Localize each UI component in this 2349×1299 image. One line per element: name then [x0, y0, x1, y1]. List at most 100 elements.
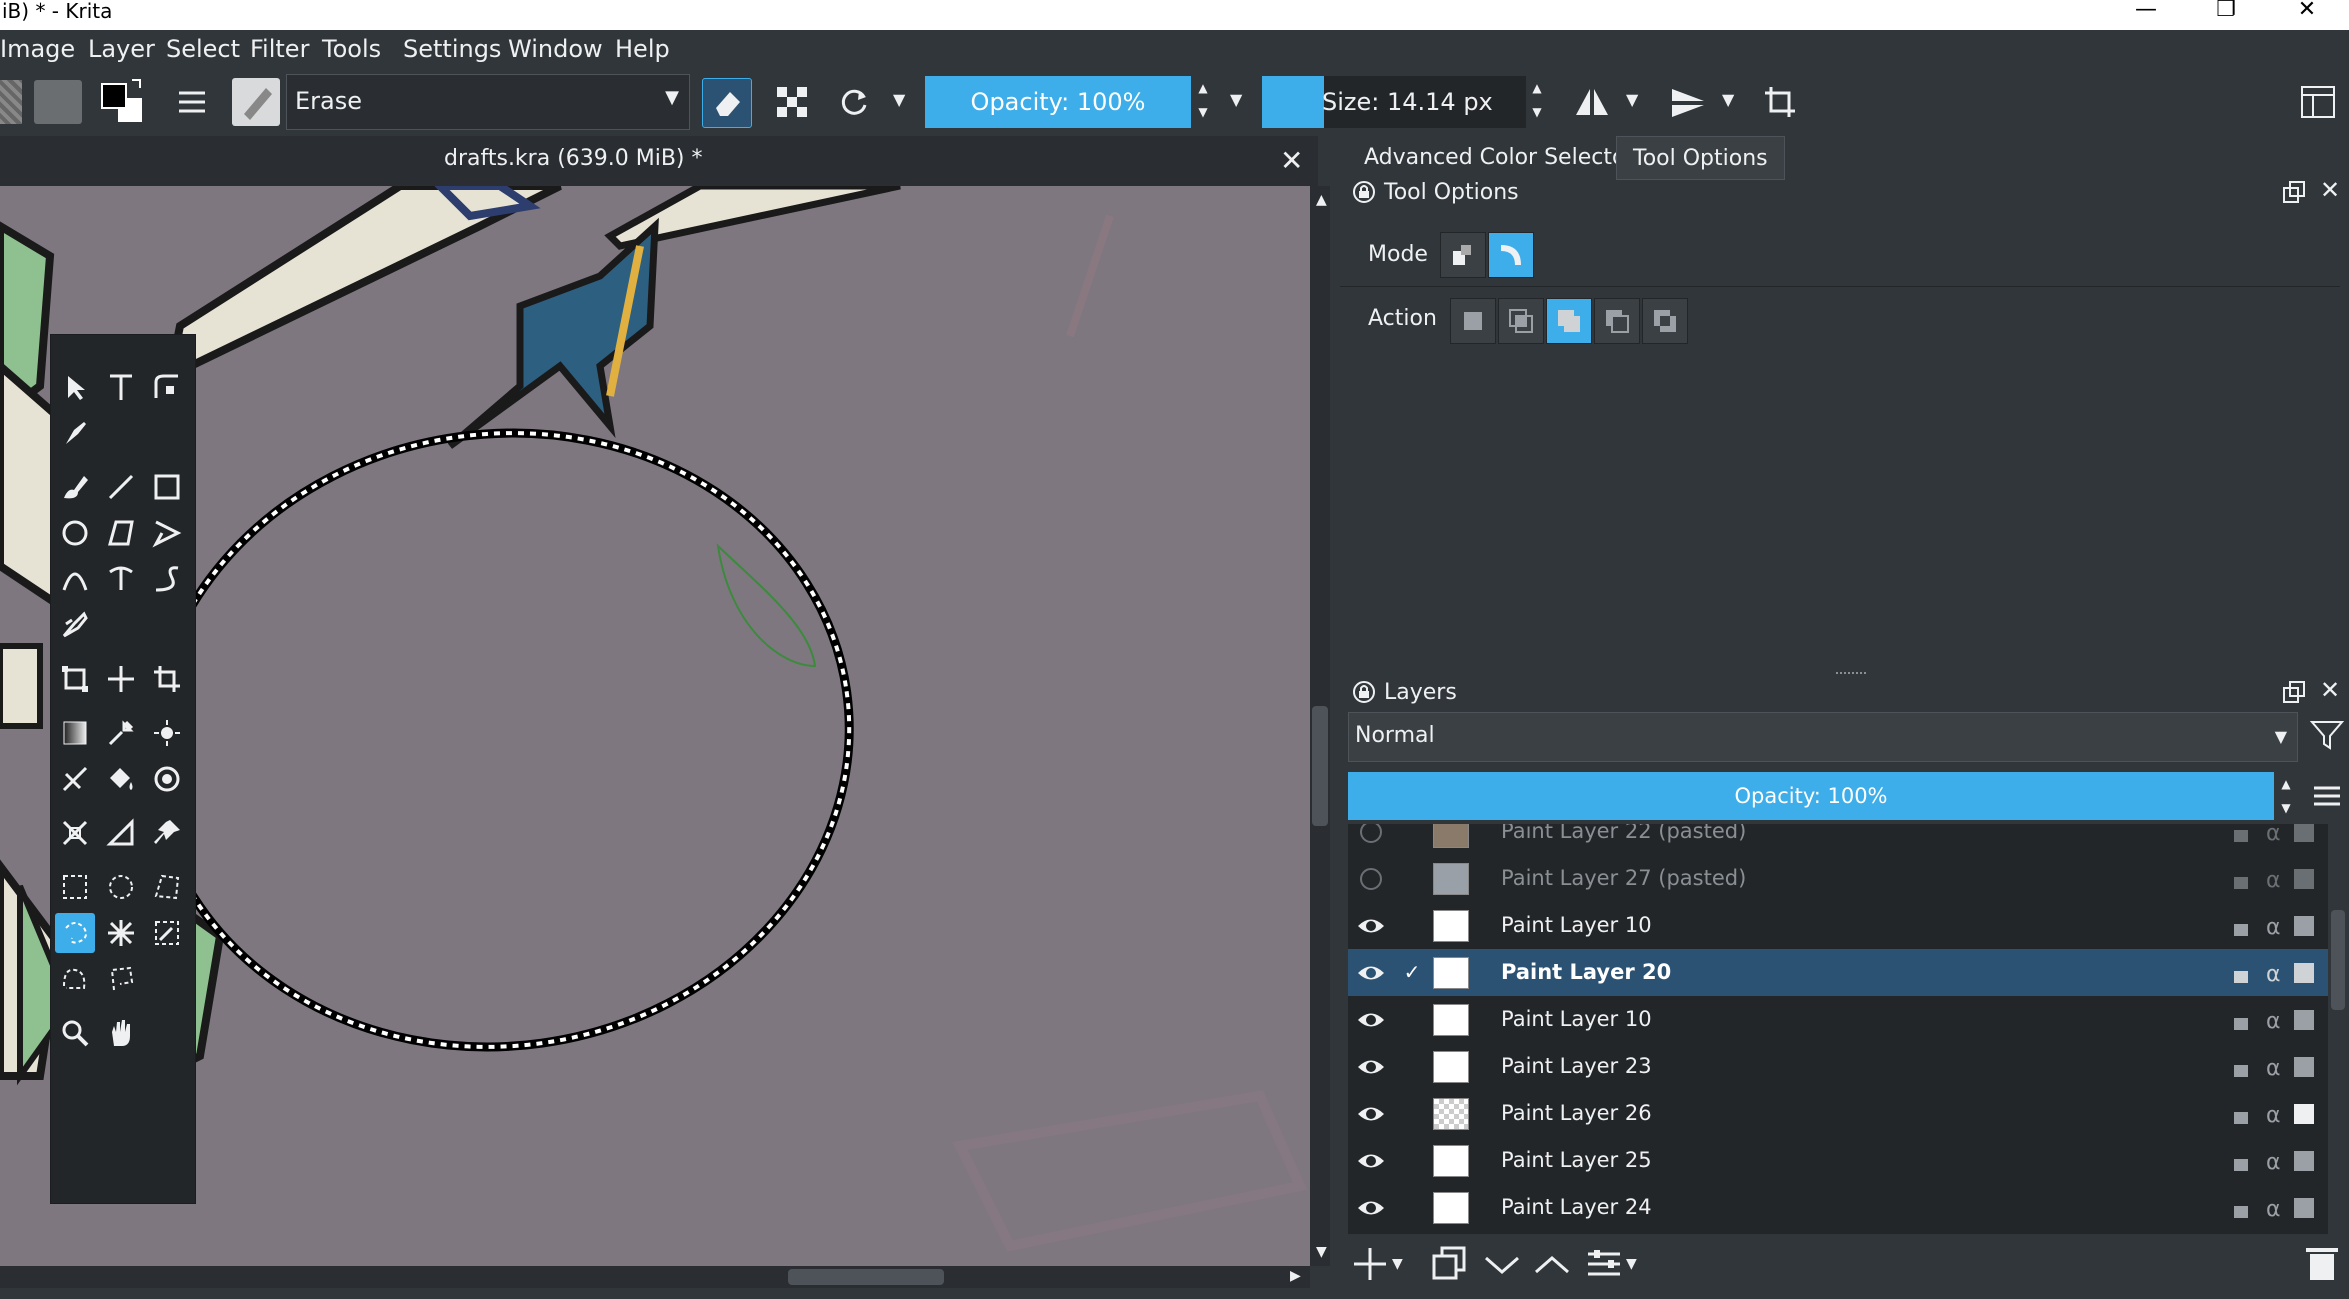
line-tool-icon[interactable] [101, 467, 141, 507]
float-docker-icon[interactable] [2282, 680, 2306, 704]
delete-layer-icon[interactable] [2302, 1244, 2342, 1284]
tab-tool-options[interactable]: Tool Options [1616, 136, 1785, 180]
zoom-tool-icon[interactable] [55, 1013, 95, 1053]
chevron-down-icon[interactable]: ▼ [1230, 90, 1242, 109]
minimize-button[interactable]: — [2124, 0, 2168, 22]
menu-window[interactable]: Window [508, 30, 603, 68]
layer-checkbox[interactable] [1402, 1150, 1422, 1170]
layer-row[interactable]: Paint Layer 23 α [1348, 1043, 2328, 1090]
freehand-selection-tool-icon[interactable] [55, 913, 95, 953]
eye-icon[interactable] [1356, 1099, 1386, 1129]
eye-icon[interactable] [1356, 1193, 1386, 1223]
layer-checkbox[interactable] [1402, 824, 1422, 841]
scroll-right-icon[interactable]: ▶ [1290, 1268, 1301, 1284]
layer-checkbox[interactable] [1402, 1009, 1422, 1029]
wrap-around-icon[interactable] [1756, 78, 1804, 126]
layer-row[interactable]: Paint Layer 22 (pasted) α [1348, 824, 2328, 855]
mirror-vertical-icon[interactable] [1664, 78, 1712, 126]
float-docker-icon[interactable] [2282, 180, 2306, 204]
layer-properties-icons[interactable]: α [2228, 1006, 2318, 1034]
mirror-horizontal-icon[interactable] [1568, 78, 1616, 126]
layer-row[interactable]: Paint Layer 27 (pasted) α [1348, 855, 2328, 902]
color-picker-tool-icon[interactable] [101, 713, 141, 753]
add-layer-icon[interactable] [1350, 1244, 1390, 1284]
layer-row[interactable]: Paint Layer 25 α [1348, 1137, 2328, 1184]
menu-select[interactable]: Select [166, 30, 240, 68]
layer-properties-icons[interactable]: α [2228, 1053, 2318, 1081]
layer-row-selected[interactable]: ✓ Paint Layer 20 α [1348, 949, 2328, 996]
rectangle-tool-icon[interactable] [147, 467, 187, 507]
eye-icon[interactable] [1356, 958, 1386, 988]
layer-list-scrollbar[interactable] [2328, 824, 2348, 1234]
menu-help[interactable]: Help [615, 30, 670, 68]
close-document-icon[interactable]: ✕ [1280, 144, 1303, 177]
edit-shapes-tool-icon[interactable] [147, 367, 187, 407]
polygon-tool-icon[interactable] [101, 513, 141, 553]
size-slider[interactable]: Size: 14.14 px [1262, 76, 1526, 128]
measure-tool-icon[interactable] [101, 813, 141, 853]
chevron-down-icon[interactable]: ▼ [1392, 1256, 1403, 1272]
blend-mode-select[interactable]: Erase ▼ [286, 74, 690, 130]
layer-checkbox[interactable] [1402, 915, 1422, 935]
maximize-button[interactable]: ❐ [2204, 0, 2248, 22]
layer-blend-mode-select[interactable]: Normal ▼ [1348, 712, 2298, 762]
document-tab[interactable]: drafts.kra (639.0 MiB) * [444, 146, 703, 171]
eye-icon[interactable] [1356, 911, 1386, 941]
layer-properties-icons[interactable]: α [2228, 865, 2318, 893]
magnetic-selection-tool-icon[interactable] [101, 959, 141, 999]
hidden-eye-icon[interactable] [1356, 824, 1386, 847]
drawing-canvas[interactable] [0, 186, 1310, 1266]
layer-properties-icons[interactable]: α [2228, 824, 2318, 846]
assistant-tool-icon[interactable] [55, 813, 95, 853]
chevron-down-icon[interactable]: ▼ [1722, 90, 1734, 109]
layer-properties-icon[interactable] [1584, 1244, 1624, 1284]
elliptical-selection-tool-icon[interactable] [101, 867, 141, 907]
duplicate-layer-icon[interactable] [1430, 1244, 1470, 1284]
layer-properties-icons[interactable]: α [2228, 1147, 2318, 1175]
layer-row[interactable]: Paint Layer 10 α [1348, 996, 2328, 1043]
scroll-down-icon[interactable]: ▼ [1316, 1244, 1327, 1260]
scroll-up-icon[interactable]: ▲ [1316, 192, 1327, 208]
layer-properties-icons[interactable]: α [2228, 1194, 2318, 1222]
layer-checkbox-checked[interactable]: ✓ [1402, 962, 1422, 982]
chevron-down-icon[interactable]: ▼ [893, 90, 905, 109]
polyline-tool-icon[interactable] [147, 513, 187, 553]
move-tool-icon[interactable] [101, 659, 141, 699]
lock-icon[interactable] [1352, 180, 1376, 204]
layer-checkbox[interactable] [1402, 1197, 1422, 1217]
layer-checkbox[interactable] [1402, 868, 1422, 888]
close-window-button[interactable]: ✕ [2285, 0, 2329, 22]
horizontal-scroll-thumb[interactable] [788, 1269, 944, 1285]
opacity-slider[interactable]: Opacity: 100% [925, 76, 1191, 128]
brush-settings-icon[interactable] [168, 78, 216, 126]
layer-opacity-spin-arrows[interactable]: ▲ ▼ [2276, 772, 2296, 820]
reload-preset-icon[interactable] [830, 78, 878, 126]
hidden-eye-icon[interactable] [1356, 864, 1386, 894]
close-docker-icon[interactable]: ✕ [2320, 676, 2340, 704]
chevron-down-icon[interactable]: ▼ [1626, 1256, 1637, 1272]
workspace-icon[interactable] [2294, 78, 2342, 126]
layer-opacity-slider[interactable]: Opacity: 100% [1348, 772, 2274, 820]
smart-patch-tool-icon[interactable] [147, 713, 187, 753]
layer-properties-icons[interactable]: α [2228, 959, 2318, 987]
splitter-handle[interactable] [1836, 672, 1866, 678]
layer-checkbox[interactable] [1402, 1103, 1422, 1123]
pattern-swatch[interactable] [34, 80, 82, 124]
multibrush-tool-icon[interactable] [55, 605, 95, 645]
action-symmetric-difference-button[interactable] [1642, 298, 1688, 344]
gradient-tool-icon[interactable] [55, 713, 95, 753]
contiguous-selection-tool-icon[interactable] [101, 913, 141, 953]
canvas-horizontal-scrollbar[interactable]: ▶ [0, 1266, 1310, 1288]
calligraphy-tool-icon[interactable] [55, 413, 95, 453]
bezier-selection-tool-icon[interactable] [55, 959, 95, 999]
mode-shape-button[interactable] [1440, 232, 1486, 278]
move-layer-down-icon[interactable] [1482, 1244, 1522, 1284]
transform-tool-icon[interactable] [55, 659, 95, 699]
layer-row[interactable]: Paint Layer 26 α [1348, 1090, 2328, 1137]
select-shapes-tool-icon[interactable] [55, 367, 95, 407]
eye-icon[interactable] [1356, 1146, 1386, 1176]
crop-tool-icon[interactable] [147, 659, 187, 699]
menu-settings[interactable]: Settings [403, 30, 501, 68]
ellipse-tool-icon[interactable] [55, 513, 95, 553]
layer-scroll-thumb[interactable] [2331, 910, 2345, 1010]
